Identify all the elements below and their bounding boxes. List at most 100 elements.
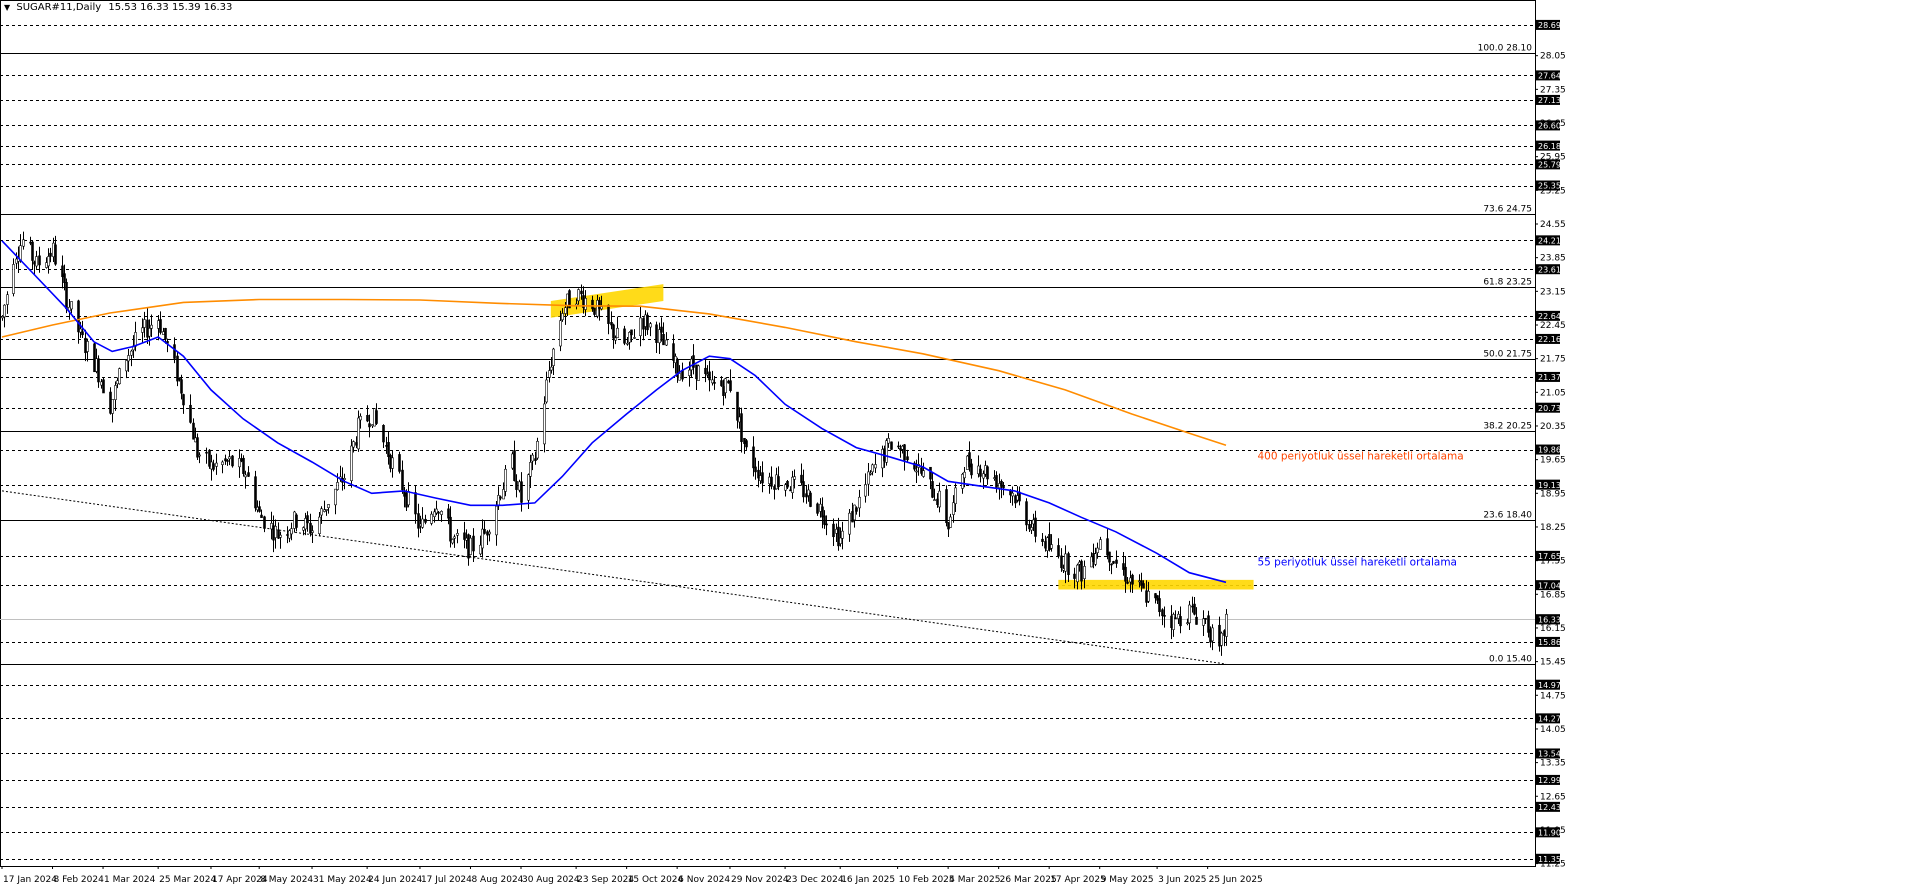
- candle-body: [196, 437, 199, 458]
- candle-body: [1142, 583, 1145, 589]
- candle-body: [231, 455, 234, 467]
- ema400-line: [1, 298, 1227, 446]
- candle-body: [164, 327, 167, 340]
- candle-body: [1112, 561, 1115, 564]
- candle-body: [1034, 517, 1037, 537]
- candle-body: [1211, 627, 1214, 642]
- price-badge-label: 20.73: [1538, 404, 1561, 413]
- candle-body: [1186, 622, 1189, 624]
- ema400-series: [1, 298, 1227, 446]
- candle-body: [1126, 581, 1129, 584]
- date-label: 26 Mar 2025: [1000, 875, 1057, 885]
- candle-body: [903, 444, 906, 461]
- price-badge-label: 19.13: [1538, 481, 1561, 490]
- candle-body: [254, 476, 257, 509]
- chart-window: 100.0 28.10 73.6 24.75 61.8 23.25 50.0 21.7…: [0, 0, 1916, 888]
- candle-body: [681, 370, 684, 380]
- candle-body: [745, 440, 748, 448]
- candle-body: [515, 480, 518, 490]
- candle-body: [1115, 559, 1118, 564]
- fib-label: 100.0 28.10: [1478, 44, 1533, 54]
- price-tick-label: 12.65: [1540, 792, 1566, 802]
- fib-label: 38.2 20.25: [1483, 422, 1532, 432]
- candle-body: [887, 438, 890, 444]
- ohlc-values: 15.53 16.33 15.39 16.33: [108, 2, 233, 13]
- candle-body: [182, 394, 185, 406]
- candle-body: [111, 399, 114, 414]
- price-badge-label: 14.97: [1538, 681, 1561, 690]
- candle-body: [848, 512, 851, 535]
- candle-body: [777, 476, 780, 488]
- candle-body: [614, 337, 617, 341]
- candle-body: [534, 458, 537, 461]
- candle-body: [1044, 541, 1047, 549]
- candle-body: [334, 488, 337, 506]
- candle-body: [616, 327, 619, 339]
- current-price-label: 16.33: [1538, 615, 1561, 624]
- price-badge-label: 23.61: [1538, 265, 1561, 274]
- candle-body: [38, 255, 41, 266]
- candle-body: [63, 273, 66, 284]
- candle-body: [1041, 538, 1044, 542]
- candle-body: [1202, 618, 1205, 626]
- price-badge-label: 22.16: [1538, 335, 1561, 344]
- candle-body: [100, 381, 103, 386]
- candle-body: [855, 507, 858, 512]
- price-badge-label: 12.99: [1538, 776, 1561, 785]
- candle-body: [224, 458, 227, 462]
- candle-body: [986, 466, 989, 480]
- candle-body: [258, 506, 261, 512]
- candle-body: [906, 456, 909, 461]
- candle-body: [150, 324, 153, 329]
- collapse-triangle-icon[interactable]: ▼: [4, 3, 10, 12]
- candle-body: [688, 369, 691, 376]
- candle-body: [678, 373, 681, 381]
- price-badge-label: 12.43: [1538, 803, 1561, 812]
- candle-body: [189, 404, 192, 423]
- candle-body: [770, 476, 773, 487]
- candle-body: [125, 360, 128, 372]
- candle-body: [729, 380, 732, 391]
- candle-body: [1000, 480, 1003, 487]
- candle-body: [1080, 560, 1083, 582]
- candle-body: [215, 462, 218, 467]
- date-label: 31 May 2024: [313, 875, 372, 885]
- candle-body: [970, 463, 973, 476]
- date-label: 23 Dec 2024: [786, 875, 844, 885]
- candle-body: [963, 471, 966, 479]
- candle-body: [368, 423, 371, 428]
- symbol-label: SUGAR#11,Daily: [16, 2, 102, 13]
- candle-body: [366, 415, 369, 422]
- candle-body: [793, 476, 796, 480]
- candle-body: [1122, 563, 1125, 570]
- price-badge-label: 25.35: [1538, 182, 1561, 191]
- candle-body: [451, 539, 454, 544]
- candle-body: [176, 355, 179, 382]
- candle-body: [226, 460, 229, 462]
- price-badge-label: 22.64: [1538, 312, 1561, 321]
- candle-body: [1078, 561, 1081, 565]
- candle-body: [221, 461, 224, 465]
- candle-body: [1030, 527, 1033, 531]
- candle-body: [159, 319, 162, 333]
- candle-body: [761, 472, 764, 484]
- candle-body: [929, 466, 932, 480]
- date-label: 16 Jan 2025: [841, 875, 895, 885]
- candle-body: [536, 441, 539, 459]
- candle-body: [143, 319, 146, 328]
- candle-body: [853, 504, 856, 521]
- candle-body: [1032, 519, 1035, 525]
- candle-body: [626, 342, 629, 345]
- candle-body: [1124, 566, 1127, 582]
- candle-body: [890, 441, 893, 450]
- candle-body: [708, 371, 711, 381]
- candle-body: [1193, 603, 1196, 615]
- price-badge-label: 17.04: [1538, 581, 1561, 590]
- candle-body: [97, 358, 100, 383]
- price-badge-label: 28.69: [1538, 21, 1561, 30]
- candle-body: [1161, 609, 1164, 617]
- date-label: 3 Jun 2025: [1158, 875, 1206, 885]
- candle-body: [1188, 604, 1191, 624]
- candle-body: [247, 472, 250, 477]
- candle-body: [157, 320, 160, 329]
